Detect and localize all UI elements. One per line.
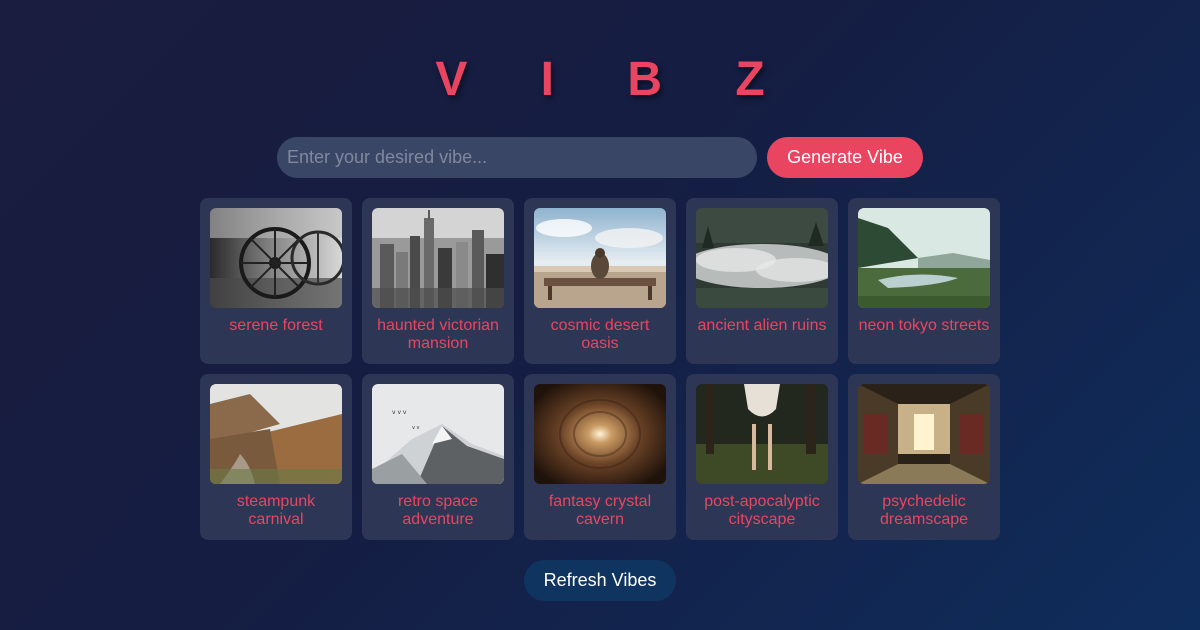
vibe-card[interactable]: v v v v v retro space adventure bbox=[362, 374, 514, 540]
refresh-vibes-button[interactable]: Refresh Vibes bbox=[524, 560, 676, 601]
vibe-card-label: fantasy crystal cavern bbox=[548, 493, 652, 528]
vibe-card[interactable]: fantasy crystal cavern bbox=[524, 374, 676, 540]
vibe-card-label: steampunk carnival bbox=[236, 493, 316, 528]
search-bar: Generate Vibe bbox=[277, 137, 923, 178]
autumn-mountain-trail-photo bbox=[210, 384, 342, 484]
vibe-card-label: serene forest bbox=[229, 317, 323, 334]
light-tunnel-photo bbox=[534, 384, 666, 484]
svg-text:v v: v v bbox=[412, 425, 420, 431]
vibe-card-label: retro space adventure bbox=[397, 493, 479, 528]
vibe-card[interactable]: psychedelic dreamscape bbox=[848, 374, 1000, 540]
vibe-card[interactable]: neon tokyo streets bbox=[848, 198, 1000, 364]
app-title: V I B Z bbox=[435, 53, 795, 106]
vibe-card[interactable]: ancient alien ruins bbox=[686, 198, 838, 364]
vibe-card-label: cosmic desert oasis bbox=[550, 317, 650, 352]
vibe-card-label: haunted victorian mansion bbox=[377, 317, 499, 352]
vibe-card-label: post-apocalyptic cityscape bbox=[704, 493, 820, 528]
vibe-card[interactable]: post-apocalyptic cityscape bbox=[686, 374, 838, 540]
river-valley-photo bbox=[858, 208, 990, 308]
city-skyline-photo bbox=[372, 208, 504, 308]
snowy-mountain-birds-photo: v v v v v bbox=[372, 384, 504, 484]
vibe-card-label: neon tokyo streets bbox=[858, 317, 990, 334]
woman-in-forest-photo bbox=[696, 384, 828, 484]
misty-forest-photo bbox=[696, 208, 828, 308]
vibe-card[interactable]: serene forest bbox=[200, 198, 352, 364]
vibe-card-label: ancient alien ruins bbox=[697, 317, 827, 334]
vibe-card[interactable]: haunted victorian mansion bbox=[362, 198, 514, 364]
vibe-search-input[interactable] bbox=[277, 137, 757, 178]
vibe-card[interactable]: cosmic desert oasis bbox=[524, 198, 676, 364]
vibe-card-label: psychedelic dreamscape bbox=[879, 493, 969, 528]
train-interior-photo bbox=[858, 384, 990, 484]
generate-vibe-button[interactable]: Generate Vibe bbox=[767, 137, 923, 178]
bench-sky-photo bbox=[534, 208, 666, 308]
vibe-card[interactable]: steampunk carnival bbox=[200, 374, 352, 540]
wagon-wheels-photo bbox=[210, 208, 342, 308]
vibe-grid: serene forest haunted victorian mansion bbox=[200, 198, 1000, 540]
svg-text:v v v: v v v bbox=[392, 409, 407, 416]
